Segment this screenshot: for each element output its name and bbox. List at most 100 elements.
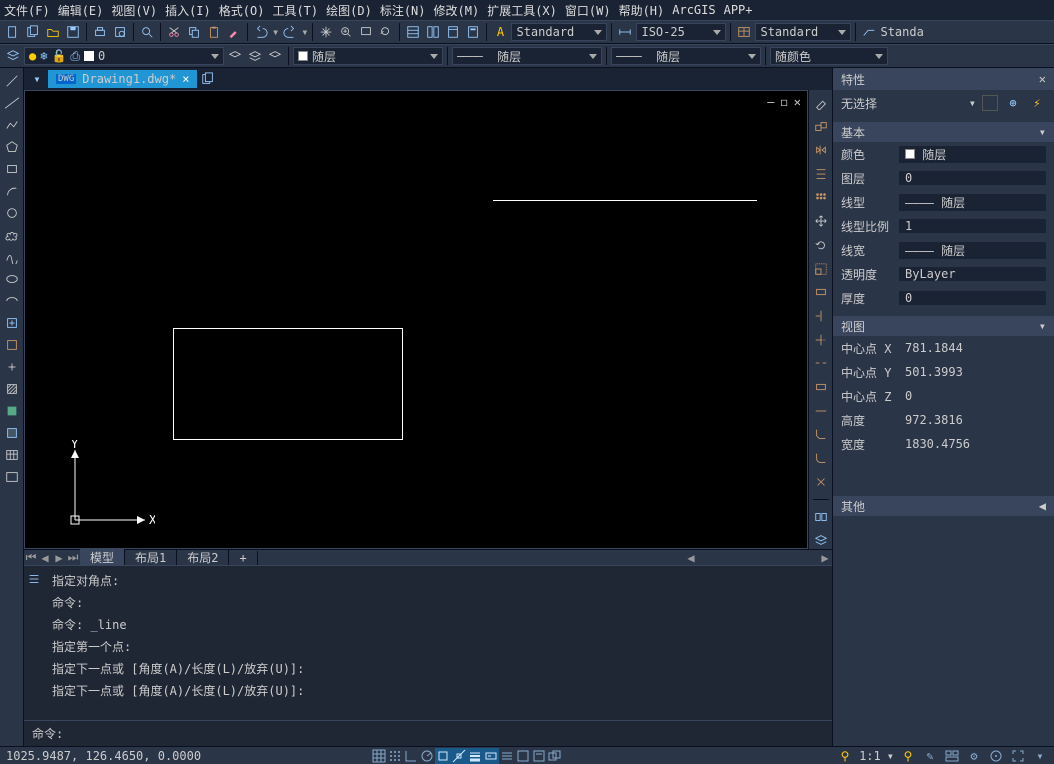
dynmode-icon[interactable] [499, 748, 515, 764]
menu-tools[interactable]: 工具(T) [272, 2, 318, 19]
menu-modify[interactable]: 修改(M) [434, 2, 480, 19]
rotate-icon[interactable] [812, 236, 830, 254]
polar-icon[interactable] [419, 748, 435, 764]
align-icon[interactable] [812, 508, 830, 526]
circle-icon[interactable] [3, 204, 21, 222]
menu-draw[interactable]: 绘图(D) [326, 2, 372, 19]
add-layout-tab[interactable]: + [229, 551, 257, 565]
command-input[interactable] [63, 725, 824, 743]
region-icon[interactable] [3, 424, 21, 442]
erase-icon[interactable] [812, 94, 830, 112]
new-sheet-icon[interactable] [24, 23, 42, 41]
trim-icon[interactable] [812, 307, 830, 325]
paste-icon[interactable] [205, 23, 223, 41]
design-center-icon[interactable] [424, 23, 442, 41]
spline-icon[interactable] [3, 248, 21, 266]
property-value[interactable]: 972.3816 [899, 413, 1046, 427]
undo-icon[interactable] [252, 23, 270, 41]
close-tab-icon[interactable]: × [182, 72, 189, 86]
property-value[interactable]: ———— 随层 [899, 242, 1046, 259]
copy-obj-icon[interactable] [812, 118, 830, 136]
select-objects-icon[interactable]: ⚡ [1028, 94, 1046, 112]
print-preview-icon[interactable] [111, 23, 129, 41]
rectangle-icon[interactable] [3, 160, 21, 178]
isolate-icon[interactable] [988, 748, 1004, 764]
osnap-icon[interactable] [435, 748, 451, 764]
group-basic-title[interactable]: 基本 [841, 124, 865, 141]
mirror-icon[interactable] [812, 141, 830, 159]
polyline-icon[interactable] [3, 116, 21, 134]
plotstyle-combo[interactable]: 随颜色 [770, 47, 888, 65]
zoom-window-icon[interactable] [357, 23, 375, 41]
property-value[interactable]: 随层 [899, 146, 1046, 163]
layer-tools-icon[interactable] [812, 531, 830, 549]
tab-home-icon[interactable]: ▾ [28, 70, 46, 88]
property-row[interactable]: 透明度ByLayer [833, 262, 1054, 286]
menu-dimension[interactable]: 标注(N) [380, 2, 426, 19]
selection-dropdown-icon[interactable]: ▾ [969, 96, 976, 110]
open-icon[interactable] [44, 23, 62, 41]
layer-combo[interactable]: ● ❄ 🔓 ⎙ 0 [24, 47, 224, 65]
make-block-icon[interactable] [3, 336, 21, 354]
grid-icon[interactable] [371, 748, 387, 764]
group-misc-title[interactable]: 其他 [841, 498, 865, 515]
line-icon[interactable] [3, 72, 21, 90]
property-value[interactable]: 1830.4756 [899, 437, 1046, 451]
new-tab-icon[interactable] [199, 70, 217, 88]
property-value[interactable]: 0 [899, 171, 1046, 185]
annoscale-icon[interactable]: ⚲ [837, 748, 853, 764]
property-value[interactable]: ———— 随层 [899, 194, 1046, 211]
tab-first-icon[interactable]: ⏮ [24, 550, 38, 565]
stretch-icon[interactable] [812, 284, 830, 302]
search-icon[interactable] [138, 23, 156, 41]
ellipse-arc-icon[interactable] [3, 292, 21, 310]
new-icon[interactable] [4, 23, 22, 41]
dyn-icon[interactable] [483, 748, 499, 764]
chamfer-icon[interactable] [812, 426, 830, 444]
redo-dropdown-icon[interactable]: ▾ [301, 25, 308, 39]
polygon-icon[interactable] [3, 138, 21, 156]
model-tab[interactable]: 模型 [80, 549, 125, 566]
break-point-icon[interactable] [812, 355, 830, 373]
property-row[interactable]: 厚度0 [833, 286, 1054, 310]
pickadd-icon[interactable]: ⊕ [1004, 94, 1022, 112]
textstyle-icon[interactable]: A [491, 23, 509, 41]
menu-view[interactable]: 视图(V) [111, 2, 157, 19]
property-row[interactable]: 线型———— 随层 [833, 190, 1054, 214]
menu-help[interactable]: 帮助(H) [619, 2, 665, 19]
close-properties-icon[interactable]: ✕ [1039, 72, 1046, 86]
lineweight-icon[interactable] [467, 748, 483, 764]
redo-icon[interactable] [281, 23, 299, 41]
property-value[interactable]: 781.1844 [899, 341, 1046, 355]
tab-next-icon[interactable]: ▶ [52, 551, 66, 565]
scale-icon[interactable] [812, 260, 830, 278]
property-row[interactable]: 线宽———— 随层 [833, 238, 1054, 262]
matchprop-icon[interactable] [225, 23, 243, 41]
dim-style-combo[interactable]: ISO-25 [636, 23, 726, 41]
tab-last-icon[interactable]: ⏭ [66, 550, 80, 565]
layer-manager-icon[interactable] [4, 47, 22, 65]
insert-block-icon[interactable] [3, 314, 21, 332]
file-tab-drawing1[interactable]: DWG Drawing1.dwg* × [48, 70, 197, 88]
property-row[interactable]: 中心点 Y501.3993 [833, 360, 1054, 384]
scroll-left-icon[interactable]: ◀ [684, 551, 698, 565]
property-row[interactable]: 颜色 随层 [833, 142, 1054, 166]
ellipse-icon[interactable] [3, 270, 21, 288]
cmd-history-icon[interactable] [24, 570, 44, 588]
customize-icon[interactable]: ▾ [1032, 748, 1048, 764]
save-icon[interactable] [64, 23, 82, 41]
layout1-tab[interactable]: 布局1 [125, 549, 177, 566]
menu-window[interactable]: 窗口(W) [565, 2, 611, 19]
property-value[interactable]: 0 [899, 389, 1046, 403]
maximize-icon[interactable]: ◻ [781, 95, 788, 109]
layout2-tab[interactable]: 布局2 [177, 549, 229, 566]
menu-appplus[interactable]: APP+ [724, 3, 753, 17]
property-value[interactable]: ByLayer [899, 267, 1046, 281]
linetype-combo[interactable]: ———— 随层 [452, 47, 602, 65]
scale-readout[interactable]: 1:1 [859, 749, 881, 763]
dimstyle-icon[interactable] [616, 23, 634, 41]
property-value[interactable]: 0 [899, 291, 1046, 305]
property-row[interactable]: 宽度1830.4756 [833, 432, 1054, 456]
gradient-icon[interactable] [3, 402, 21, 420]
property-row[interactable]: 图层0 [833, 166, 1054, 190]
